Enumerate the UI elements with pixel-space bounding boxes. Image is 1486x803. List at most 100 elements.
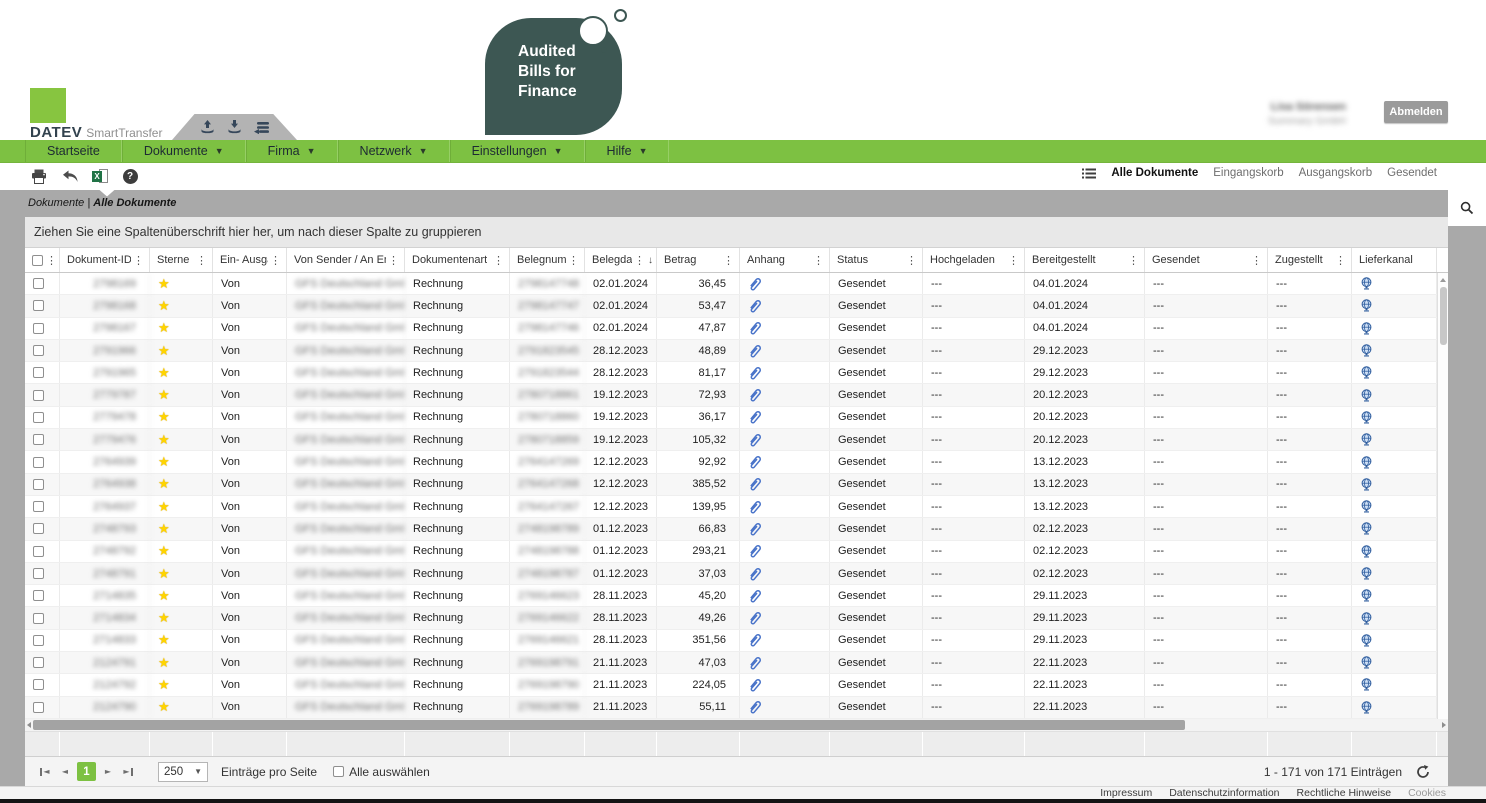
star-icon[interactable]: ★ [158,701,170,713]
column-menu-icon[interactable]: ⋮ [1126,254,1141,267]
table-row[interactable]: 2714834★VonGFS Deutschland GmbHRechnung2… [25,607,1448,629]
column-menu-icon[interactable]: ⋮ [1333,254,1348,267]
star-icon[interactable]: ★ [158,523,170,535]
table-row[interactable]: 2791965★VonGFS Deutschland GmbHRechnung2… [25,362,1448,384]
column-menu-icon[interactable]: ⋮ [566,254,581,267]
star-icon[interactable]: ★ [158,568,170,580]
previous-page-button[interactable]: ◄ [55,763,75,781]
star-icon[interactable]: ★ [158,612,170,624]
breadcrumb-section[interactable]: Dokumente [28,197,84,209]
column-menu-icon[interactable]: ⋮ [1006,254,1021,267]
table-row[interactable]: 2124792★VonGFS Deutschland GmbHRechnung2… [25,674,1448,696]
delivery-channel-globe-icon[interactable] [1360,433,1373,446]
column-header-belegnummer[interactable]: Belegnummer⋮ [510,248,585,272]
column-menu-icon[interactable]: ⋮ [1249,254,1264,267]
table-row[interactable]: 2714833★VonGFS Deutschland GmbHRechnung2… [25,630,1448,652]
row-checkbox[interactable] [33,679,44,690]
table-row[interactable]: 2764938★VonGFS Deutschland GmbHRechnung2… [25,474,1448,496]
row-checkbox[interactable] [33,412,44,423]
row-checkbox[interactable] [33,657,44,668]
scroll-right-arrow-icon[interactable] [1442,722,1446,728]
row-checkbox[interactable] [33,702,44,713]
horizontal-scroll-thumb[interactable] [33,720,1185,730]
row-checkbox[interactable] [33,457,44,468]
column-menu-icon[interactable]: ⋮ [44,254,59,267]
paperclip-icon[interactable] [748,589,761,603]
column-header-lieferkanal[interactable]: Lieferkanal [1352,248,1437,272]
list-view-icon[interactable] [1082,168,1096,179]
table-row[interactable]: 2714835★VonGFS Deutschland GmbHRechnung2… [25,585,1448,607]
table-row[interactable]: 2124791★VonGFS Deutschland GmbHRechnung2… [25,652,1448,674]
undo-icon[interactable] [61,167,79,185]
star-icon[interactable]: ★ [158,634,170,646]
paperclip-icon[interactable] [748,611,761,625]
menu-einstellungen[interactable]: Einstellungen▼ [450,140,585,162]
first-page-button[interactable]: ◄ [35,763,55,781]
table-row[interactable]: 2748791★VonGFS Deutschland GmbHRechnung2… [25,563,1448,585]
paperclip-icon[interactable] [748,678,761,692]
column-header-anhang[interactable]: Anhang⋮ [740,248,830,272]
last-page-button[interactable]: ► [118,763,138,781]
delivery-channel-globe-icon[interactable] [1360,701,1373,714]
row-checkbox[interactable] [33,323,44,334]
star-icon[interactable]: ★ [158,278,170,290]
next-page-button[interactable]: ► [98,763,118,781]
column-menu-icon[interactable]: ⋮ [131,254,146,267]
footer-link-impressum[interactable]: Impressum [1100,787,1152,799]
column-header-gesendet[interactable]: Gesendet⋮ [1145,248,1268,272]
column-header-zugestellt[interactable]: Zugestellt⋮ [1268,248,1352,272]
column-menu-icon[interactable]: ⋮ [194,254,209,267]
row-checkbox[interactable] [33,345,44,356]
logout-button[interactable]: Abmelden [1384,101,1448,123]
paperclip-icon[interactable] [748,567,761,581]
delivery-channel-globe-icon[interactable] [1360,634,1373,647]
table-row[interactable]: 2748792★VonGFS Deutschland GmbHRechnung2… [25,541,1448,563]
star-icon[interactable]: ★ [158,545,170,557]
column-header-hochgeladen[interactable]: Hochgeladen⋮ [923,248,1025,272]
paperclip-icon[interactable] [748,656,761,670]
star-icon[interactable]: ★ [158,367,170,379]
column-menu-icon[interactable]: ⋮ [491,254,506,267]
row-checkbox[interactable] [33,635,44,646]
footer-link-cookies[interactable]: Cookies [1408,787,1446,799]
column-header-stern[interactable]: Sterne⋮ [150,248,213,272]
paperclip-icon[interactable] [748,477,761,491]
column-header-status[interactable]: Status⋮ [830,248,923,272]
column-menu-icon[interactable]: ⋮ [811,254,826,267]
table-row[interactable]: 2764937★VonGFS Deutschland GmbHRechnung2… [25,496,1448,518]
scroll-up-arrow-icon[interactable] [1440,278,1446,282]
delivery-channel-globe-icon[interactable] [1360,277,1373,290]
delivery-channel-globe-icon[interactable] [1360,344,1373,357]
delivery-channel-globe-icon[interactable] [1360,567,1373,580]
star-icon[interactable]: ★ [158,657,170,669]
paperclip-icon[interactable] [748,522,761,536]
paperclip-icon[interactable] [748,388,761,402]
delivery-channel-globe-icon[interactable] [1360,678,1373,691]
printer-icon[interactable] [30,167,48,185]
tab-gesendet[interactable]: Gesendet [1387,167,1437,179]
star-icon[interactable]: ★ [158,590,170,602]
table-row[interactable]: 2779478★VonGFS Deutschland GmbHRechnung2… [25,407,1448,429]
row-checkbox[interactable] [33,523,44,534]
star-icon[interactable]: ★ [158,434,170,446]
column-menu-icon[interactable]: ⋮ [721,254,736,267]
tab-alle-dokumente[interactable]: Alle Dokumente [1111,167,1198,179]
tab-eingangskorb[interactable]: Eingangskorb [1213,167,1283,179]
paperclip-icon[interactable] [748,344,761,358]
paperclip-icon[interactable] [748,700,761,714]
table-row[interactable]: 2124790★VonGFS Deutschland GmbHRechnung2… [25,697,1448,719]
paperclip-icon[interactable] [748,544,761,558]
delivery-channel-globe-icon[interactable] [1360,411,1373,424]
download-icon[interactable] [227,120,242,134]
delivery-channel-globe-icon[interactable] [1360,299,1373,312]
scroll-left-arrow-icon[interactable] [27,722,31,728]
table-row[interactable]: 2779787★VonGFS Deutschland GmbHRechnung2… [25,384,1448,406]
vertical-scrollbar[interactable] [1437,273,1448,719]
star-icon[interactable]: ★ [158,411,170,423]
column-menu-icon[interactable]: ⋮ [904,254,919,267]
paperclip-icon[interactable] [748,500,761,514]
row-checkbox[interactable] [33,300,44,311]
excel-export-icon[interactable]: X [92,169,108,184]
column-menu-icon[interactable]: ⋮ [386,254,401,267]
column-menu-icon[interactable]: ⋮ [632,254,647,267]
